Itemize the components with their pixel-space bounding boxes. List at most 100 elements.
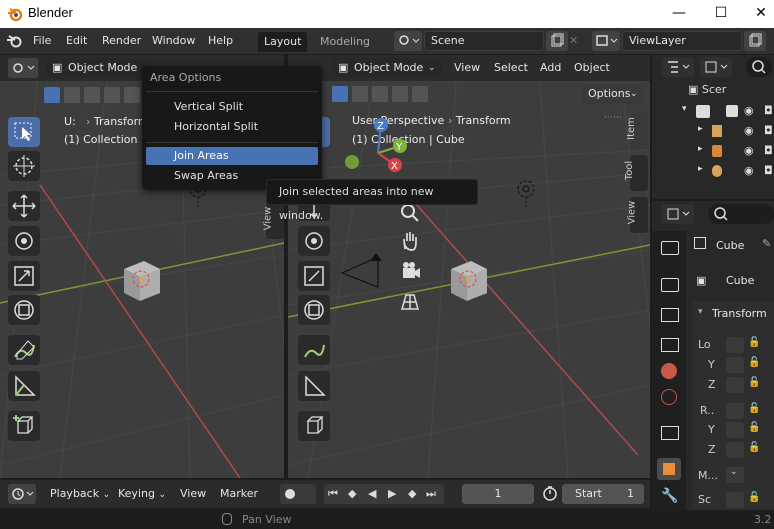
expand-arrow-icon[interactable]: ▸ bbox=[698, 124, 703, 134]
camera-restrict-icon[interactable]: ◘ bbox=[764, 104, 773, 117]
lock-icon[interactable]: 🔓 bbox=[748, 357, 760, 368]
start-frame-field[interactable]: Start 1 bbox=[562, 484, 644, 504]
output-tab-icon[interactable] bbox=[661, 308, 679, 322]
outliner-row-collection[interactable]: ▾ ◉ ◘ bbox=[682, 104, 774, 122]
menu-item-horizontal-split[interactable]: Horizontal Split bbox=[146, 118, 318, 136]
right-mode-dropdown[interactable]: ▣ Object Mode ⌄ bbox=[332, 58, 442, 78]
select-box-tool[interactable] bbox=[8, 117, 40, 147]
prev-keyframe-icon[interactable]: ◆ bbox=[348, 487, 356, 500]
object-data-dropdown[interactable]: ▣ Cube bbox=[694, 271, 774, 291]
side-tab-item[interactable]: Item bbox=[626, 113, 648, 149]
outliner-row-cube[interactable]: ▸ ◉ ◘ bbox=[698, 144, 774, 162]
menu-item-join-areas[interactable]: Join Areas bbox=[146, 147, 318, 165]
left-cube-object[interactable] bbox=[116, 255, 166, 305]
select-invert-icon[interactable] bbox=[392, 86, 408, 102]
outliner-row-camera[interactable]: ▸ ◉ ◘ bbox=[698, 124, 774, 142]
location-z-field[interactable] bbox=[726, 377, 744, 393]
drag-handle-icon[interactable]: ⋯⋯ bbox=[604, 113, 622, 123]
viewport-menu-add[interactable]: Add bbox=[540, 61, 561, 74]
jump-end-icon[interactable]: ⏭ bbox=[426, 487, 436, 501]
next-keyframe-icon[interactable]: ◆ bbox=[408, 487, 416, 500]
expand-arrow-icon[interactable]: ▸ bbox=[698, 164, 703, 174]
scene-tab-icon[interactable] bbox=[661, 363, 677, 379]
select-extend-icon[interactable] bbox=[64, 87, 80, 103]
viewport-menu-select[interactable]: Select bbox=[494, 61, 528, 74]
right-add-cube-tool[interactable] bbox=[298, 411, 330, 441]
select-intersect-icon[interactable] bbox=[412, 86, 428, 102]
new-scene-icon[interactable] bbox=[546, 31, 568, 51]
transform-tool[interactable] bbox=[8, 295, 40, 325]
menu-file[interactable]: File bbox=[33, 34, 51, 47]
options-dropdown[interactable]: Options ⌄ bbox=[582, 84, 644, 104]
lock-icon[interactable]: 🔓 bbox=[748, 442, 760, 453]
timeline-menu-playback[interactable]: Playback ⌄ bbox=[50, 487, 110, 500]
camera-restrict-icon[interactable]: ◘ bbox=[764, 164, 773, 177]
eye-icon[interactable]: ◉ bbox=[744, 144, 754, 157]
right-measure-tool[interactable] bbox=[298, 371, 330, 401]
right-transform-tool[interactable] bbox=[298, 295, 330, 325]
play-icon[interactable]: ▶ bbox=[388, 487, 396, 500]
viewport-menu-view[interactable]: View bbox=[454, 61, 480, 74]
world-tab-icon[interactable] bbox=[661, 389, 677, 405]
jump-start-icon[interactable]: ⏮ bbox=[328, 487, 338, 501]
navigation-gizmo[interactable]: Z Y X bbox=[343, 113, 423, 185]
select-intersect-icon[interactable] bbox=[124, 87, 140, 103]
select-extend-icon[interactable] bbox=[352, 86, 368, 102]
camera-restrict-icon[interactable]: ◘ bbox=[764, 144, 773, 157]
left-mode-dropdown[interactable]: ▣ Object Mode bbox=[46, 58, 150, 78]
lock-icon[interactable]: 🔓 bbox=[748, 492, 760, 503]
timeline-menu-keying[interactable]: Keying ⌄ bbox=[118, 487, 166, 500]
current-frame-field[interactable]: 1 bbox=[462, 484, 534, 504]
eye-icon[interactable]: ◉ bbox=[744, 164, 754, 177]
timeline-menu-marker[interactable]: Marker bbox=[220, 487, 258, 500]
camera-restrict-icon[interactable]: ◘ bbox=[764, 124, 773, 137]
cursor-tool[interactable] bbox=[8, 151, 40, 181]
properties-editor-type-icon[interactable] bbox=[662, 204, 694, 224]
add-cube-tool[interactable] bbox=[8, 411, 40, 441]
checkbox-icon[interactable] bbox=[726, 105, 738, 117]
expand-arrow-icon[interactable]: ▾ bbox=[682, 104, 687, 114]
right-annotate-tool[interactable] bbox=[298, 335, 330, 365]
right-scale-tool[interactable] bbox=[298, 261, 330, 291]
auto-keying-toggle[interactable] bbox=[280, 484, 316, 504]
side-tab-view[interactable]: View bbox=[626, 197, 648, 233]
outliner-row-light[interactable]: ▸ ◉ ◘ bbox=[698, 164, 774, 182]
delete-scene-icon[interactable]: ✕ bbox=[569, 34, 578, 47]
tab-modeling[interactable]: Modeling bbox=[314, 32, 376, 52]
select-new-icon[interactable] bbox=[44, 87, 60, 103]
close-window-button[interactable]: ✕ bbox=[738, 0, 774, 28]
tab-layout[interactable]: Layout bbox=[258, 32, 308, 52]
scene-selector-icon[interactable] bbox=[394, 31, 422, 51]
viewport-menu-object[interactable]: Object bbox=[574, 61, 610, 74]
annotate-tool[interactable] bbox=[8, 335, 40, 365]
rotation-y-field[interactable] bbox=[726, 422, 744, 438]
properties-search-field[interactable] bbox=[708, 204, 774, 224]
pin-icon[interactable]: ✎ bbox=[762, 237, 771, 250]
minimize-button[interactable]: — bbox=[656, 0, 702, 28]
select-subtract-icon[interactable] bbox=[84, 87, 100, 103]
rotation-mode-dropdown[interactable]: ⌄ bbox=[726, 467, 744, 483]
pan-hand-icon[interactable] bbox=[398, 229, 422, 253]
menu-render[interactable]: Render bbox=[102, 34, 141, 47]
ortho-grid-icon[interactable] bbox=[398, 289, 422, 313]
eye-icon[interactable]: ◉ bbox=[744, 124, 754, 137]
display-mode-icon[interactable] bbox=[700, 57, 732, 77]
eye-icon[interactable]: ◉ bbox=[744, 104, 754, 117]
object-tab-icon[interactable] bbox=[657, 458, 681, 480]
lock-icon[interactable]: 🔓 bbox=[748, 403, 760, 414]
collapse-arrow-icon[interactable]: ▾ bbox=[698, 307, 703, 317]
right-cube-object[interactable] bbox=[443, 255, 493, 305]
left-select-mode-buttons[interactable] bbox=[44, 87, 140, 103]
right-3d-viewport[interactable]: ▣ Object Mode ⌄ View Select Add Object O… bbox=[288, 55, 650, 478]
scene-name-field[interactable]: Scene bbox=[424, 31, 544, 51]
menu-help[interactable]: Help bbox=[208, 34, 233, 47]
blender-menu-icon[interactable] bbox=[6, 33, 24, 49]
outliner-scene-collection[interactable]: ▣ Scer bbox=[688, 83, 726, 96]
outliner-search-icon[interactable] bbox=[746, 57, 772, 77]
timeline-menu-view[interactable]: View bbox=[180, 487, 206, 500]
expand-arrow-icon[interactable]: ▸ bbox=[698, 144, 703, 154]
rotation-z-field[interactable] bbox=[726, 442, 744, 458]
location-x-field[interactable] bbox=[726, 337, 744, 353]
right-select-mode-buttons[interactable] bbox=[332, 86, 432, 102]
rotation-x-field[interactable] bbox=[726, 403, 744, 419]
